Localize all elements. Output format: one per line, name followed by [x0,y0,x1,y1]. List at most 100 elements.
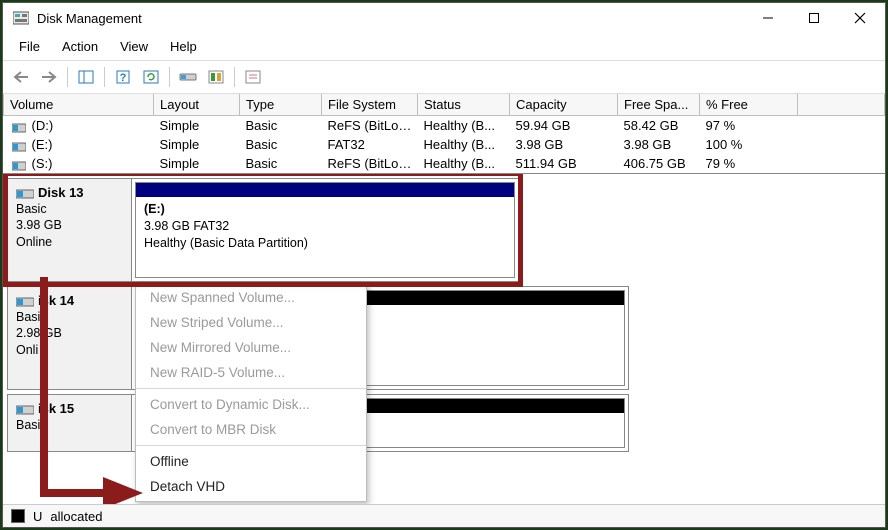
disk-management-window: Disk Management File Action View Help ? [2,2,886,528]
col-volume[interactable]: Volume [4,94,154,116]
col-pctfree[interactable]: % Free [700,94,798,116]
ctx-new-raid5: New RAID-5 Volume... [136,360,366,385]
annotation-arrow-stem [40,489,110,497]
volume-fs: ReFS (BitLoc... [322,116,418,136]
toolbar-separator [104,67,105,87]
volume-status: Healthy (B... [418,135,510,154]
ctx-convert-mbr: Convert to MBR Disk [136,417,366,442]
disk-type: Basic [16,201,123,218]
menubar: File Action View Help [3,33,885,60]
col-filesystem[interactable]: File System [322,94,418,116]
volume-layout: Simple [154,116,240,136]
volume-status: Healthy (B... [418,116,510,136]
ctx-separator [136,388,366,389]
volume-capacity: 511.94 GB [510,154,618,173]
ctx-separator [136,445,366,446]
close-button[interactable] [837,3,883,33]
window-title: Disk Management [37,11,745,26]
volume-layout: Simple [154,135,240,154]
disk-size: 2.98 GB [16,325,123,342]
partition-e[interactable]: (E:) 3.98 GB FAT32 Healthy (Basic Data P… [135,182,515,278]
volume-fs: ReFS (BitLoc... [322,154,418,173]
titlebar: Disk Management [3,3,885,33]
col-blank [798,94,885,116]
menu-file[interactable]: File [9,35,50,58]
disk-icon [16,187,34,201]
disk-name: isk 14 [38,293,74,308]
volume-fs: FAT32 [322,135,418,154]
volume-row[interactable]: (E:)SimpleBasicFAT32Healthy (B...3.98 GB… [4,135,885,154]
column-header-row: Volume Layout Type File System Status Ca… [4,94,885,116]
toolbar-disk-icon[interactable] [176,65,200,89]
partition-header [136,183,514,197]
partition-status: Healthy (Basic Data Partition) [144,235,506,252]
disk-size: 3.98 GB [16,217,123,234]
ctx-new-spanned: New Spanned Volume... [136,285,366,310]
volume-list: Volume Layout Type File System Status Ca… [3,94,885,174]
maximize-button[interactable] [791,3,837,33]
refresh-button[interactable] [139,65,163,89]
col-freespace[interactable]: Free Spa... [618,94,700,116]
partition-name: (E:) [144,201,506,218]
partition-desc: 3.98 GB FAT32 [144,218,506,235]
disk-info-15[interactable]: isk 15 Basi [8,395,132,451]
volume-capacity: 3.98 GB [510,135,618,154]
ctx-convert-dynamic: Convert to Dynamic Disk... [136,392,366,417]
legend-unallocated-swatch [11,509,25,523]
disk-info-14[interactable]: isk 14 Basi 2.98 GB Onli [8,287,132,389]
ctx-new-striped: New Striped Volume... [136,310,366,335]
toolbar: ? [3,60,885,94]
volume-icon [12,121,26,131]
col-type[interactable]: Type [240,94,322,116]
app-icon [13,10,29,26]
volume-pctfree: 100 % [700,135,798,154]
statusbar: Uallocated [3,504,885,527]
disk-name: isk 15 [38,401,74,416]
volume-name: (D:) [32,118,54,133]
disk-row-13[interactable]: Disk 13 Basic 3.98 GB Online (E:) 3.98 G… [7,178,519,282]
back-button[interactable] [9,65,33,89]
menu-action[interactable]: Action [52,35,108,58]
volume-name: (E:) [32,137,53,152]
menu-view[interactable]: View [110,35,158,58]
volume-row[interactable]: (S:)SimpleBasicReFS (BitLoc...Healthy (B… [4,154,885,173]
volume-freespace: 58.42 GB [618,116,700,136]
volume-icon [12,140,26,150]
disk-name: Disk 13 [38,185,84,200]
ctx-new-mirrored: New Mirrored Volume... [136,335,366,360]
disk-type: Basi [16,417,123,434]
properties-button[interactable] [241,65,265,89]
volume-freespace: 3.98 GB [618,135,700,154]
minimize-button[interactable] [745,3,791,33]
volume-layout: Simple [154,154,240,173]
help-button[interactable]: ? [111,65,135,89]
disk-type: Basi [16,309,123,326]
graphical-view: Disk 13 Basic 3.98 GB Online (E:) 3.98 G… [3,174,885,504]
col-capacity[interactable]: Capacity [510,94,618,116]
context-menu: New Spanned Volume... New Striped Volume… [135,282,367,502]
toolbar-separator [234,67,235,87]
disk-icon [16,295,34,309]
show-hide-console-tree-button[interactable] [74,65,98,89]
toolbar-separator [169,67,170,87]
disk-icon [16,403,34,417]
volume-type: Basic [240,135,322,154]
forward-button[interactable] [37,65,61,89]
col-layout[interactable]: Layout [154,94,240,116]
ctx-offline[interactable]: Offline [136,449,366,474]
menu-help[interactable]: Help [160,35,207,58]
volume-type: Basic [240,116,322,136]
disk-info-13[interactable]: Disk 13 Basic 3.98 GB Online [8,179,132,281]
volume-icon [12,159,26,169]
volume-capacity: 59.94 GB [510,116,618,136]
col-status[interactable]: Status [418,94,510,116]
volume-pctfree: 97 % [700,116,798,136]
toolbar-partition-icon[interactable] [204,65,228,89]
disk-state: Online [16,234,123,251]
volume-freespace: 406.75 GB [618,154,700,173]
ctx-detach-vhd[interactable]: Detach VHD [136,474,366,499]
volume-row[interactable]: (D:) SimpleBasicReFS (BitLoc...Healthy (B… [4,116,885,136]
volume-pctfree: 79 % [700,154,798,173]
volume-type: Basic [240,154,322,173]
disk-state: Onli [16,342,123,359]
